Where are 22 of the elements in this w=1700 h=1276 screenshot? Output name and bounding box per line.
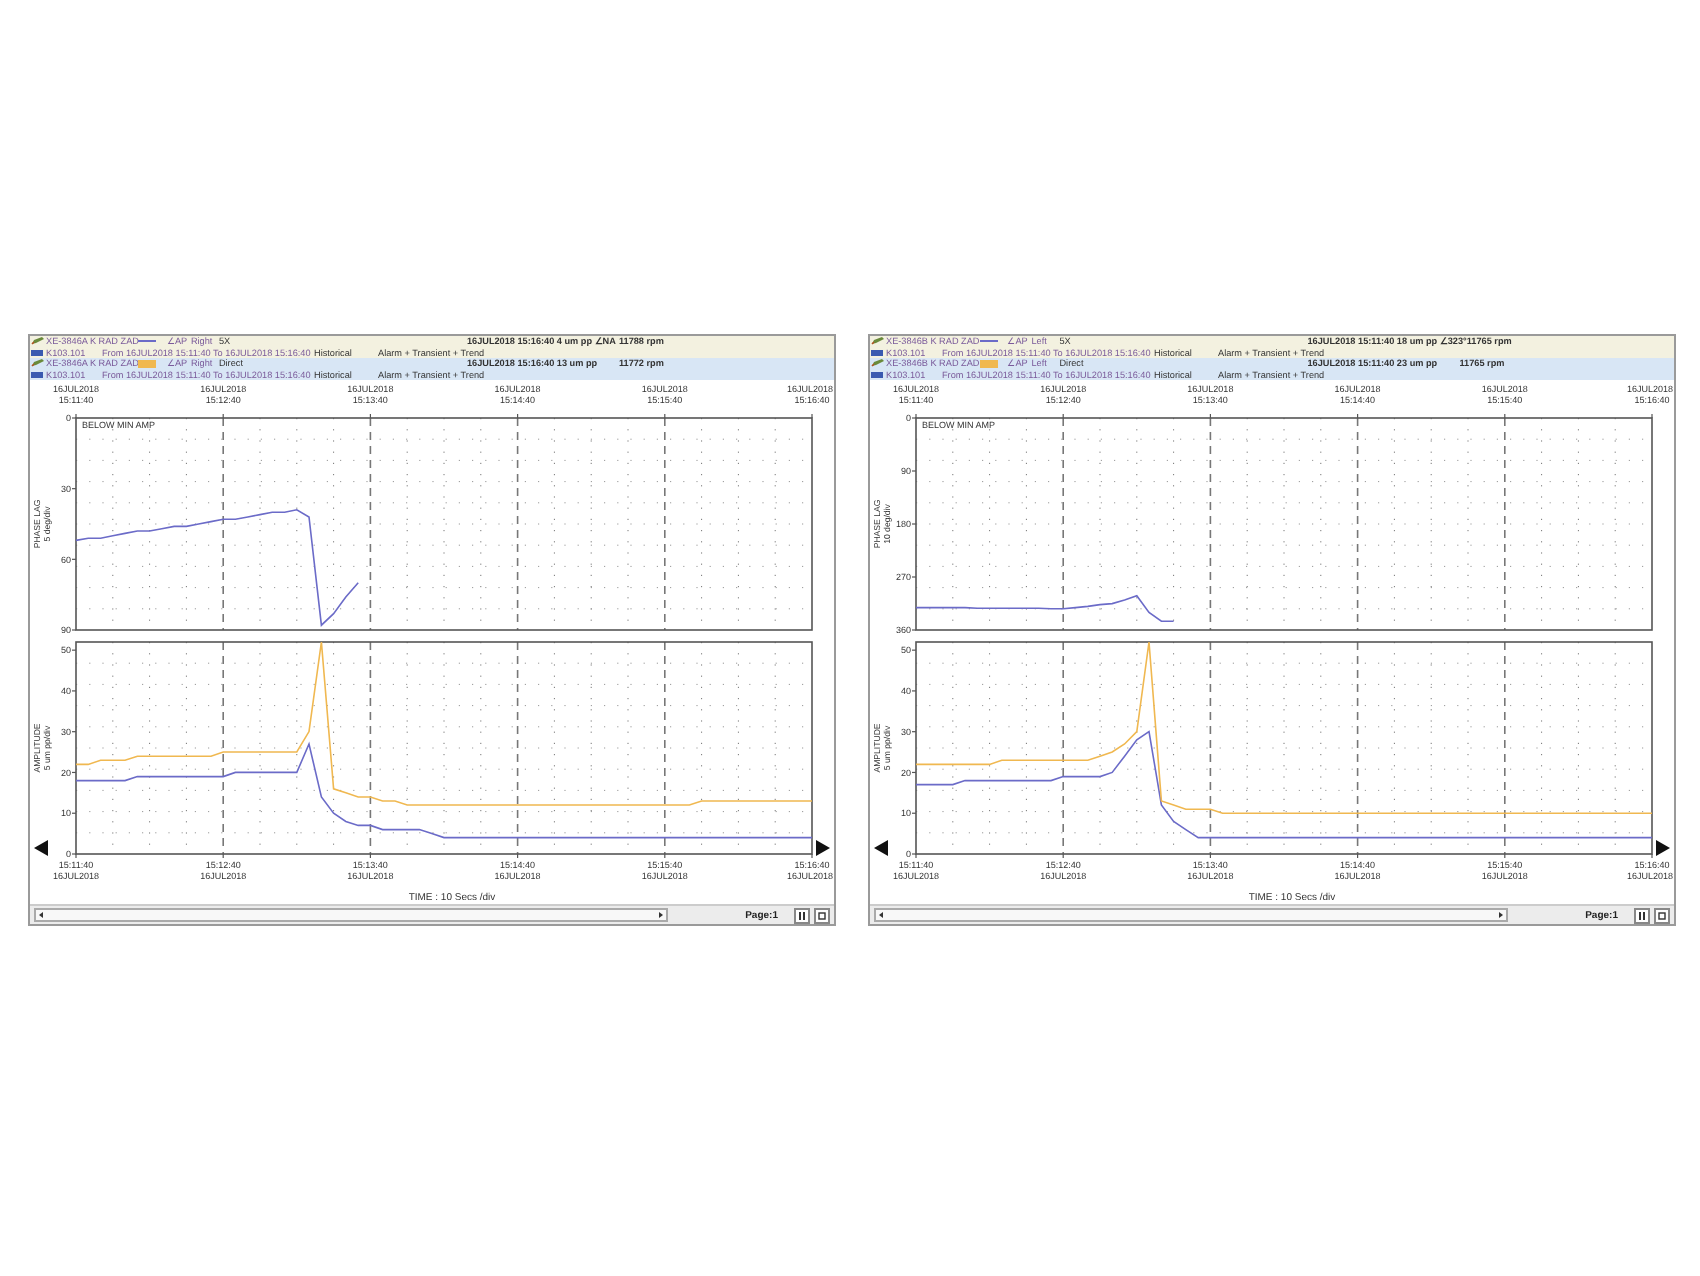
square-icon <box>818 911 826 919</box>
pencil-icon <box>870 336 886 347</box>
left-arrow-icon[interactable] <box>876 910 886 920</box>
pencil-icon <box>30 336 46 347</box>
pause-button[interactable] <box>794 907 810 923</box>
right-arrow-icon[interactable] <box>1496 910 1506 920</box>
right-triangle-icon[interactable] <box>1656 840 1670 856</box>
pause-button[interactable] <box>1634 907 1650 923</box>
scroll-bar[interactable] <box>874 908 1508 922</box>
pause-icon <box>798 911 806 919</box>
scroll-bar[interactable] <box>34 908 668 922</box>
right-triangle-icon[interactable] <box>816 840 830 856</box>
pencil-icon <box>30 358 46 369</box>
window-button[interactable] <box>814 907 830 923</box>
left-arrow-icon[interactable] <box>36 910 46 920</box>
left-triangle-icon[interactable] <box>34 840 48 856</box>
left-triangle-icon[interactable] <box>874 840 888 856</box>
right-arrow-icon[interactable] <box>656 910 666 920</box>
pencil-icon <box>870 358 886 369</box>
square-icon <box>1658 911 1666 919</box>
window-button[interactable] <box>1654 907 1670 923</box>
pause-icon <box>1638 911 1646 919</box>
